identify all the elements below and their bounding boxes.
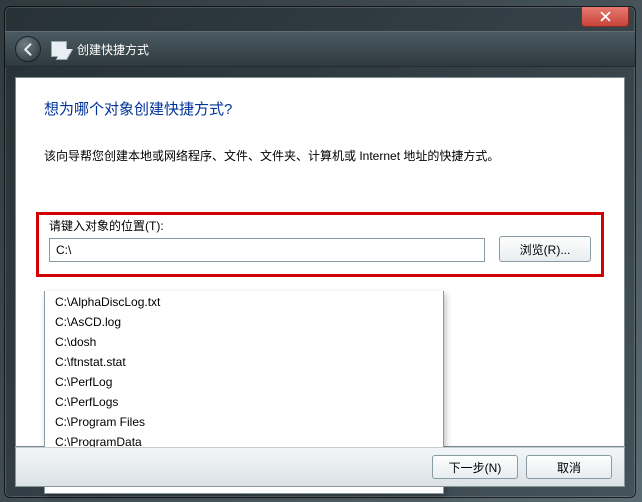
close-button[interactable] [581, 7, 629, 27]
page-description: 该向导帮您创建本地或网络程序、文件、文件夹、计算机或 Internet 地址的快… [44, 147, 596, 164]
wizard-window: 创建快捷方式 想为哪个对象创建快捷方式? 该向导帮您创建本地或网络程序、文件、文… [4, 6, 636, 498]
back-button[interactable] [15, 36, 41, 62]
location-field-group: 请键入对象的位置(T): [49, 217, 485, 262]
titlebar [5, 7, 635, 31]
footer-bar: 下一步(N) 取消 [15, 447, 625, 487]
autocomplete-item[interactable]: C:\PerfLog [45, 372, 443, 392]
highlight-box: 请键入对象的位置(T): 浏览(R)... [36, 212, 604, 277]
autocomplete-item[interactable]: C:\ftnstat.stat [45, 352, 443, 372]
autocomplete-item[interactable]: C:\Program Files [45, 412, 443, 432]
autocomplete-item[interactable]: C:\PerfLogs [45, 392, 443, 412]
autocomplete-item[interactable]: C:\AlphaDiscLog.txt [45, 292, 443, 312]
page-heading: 想为哪个对象创建快捷方式? [44, 98, 596, 119]
cancel-button[interactable]: 取消 [526, 455, 612, 479]
browse-button[interactable]: 浏览(R)... [499, 236, 591, 262]
wizard-body: 想为哪个对象创建快捷方式? 该向导帮您创建本地或网络程序、文件、文件夹、计算机或… [15, 77, 625, 447]
shortcut-icon [51, 41, 67, 57]
close-icon [600, 11, 611, 22]
next-button[interactable]: 下一步(N) [432, 455, 518, 479]
autocomplete-item[interactable]: C:\AsCD.log [45, 312, 443, 332]
autocomplete-item[interactable]: C:\dosh [45, 332, 443, 352]
window-title: 创建快捷方式 [77, 41, 149, 58]
header-bar: 创建快捷方式 [5, 31, 635, 67]
location-input[interactable] [49, 238, 485, 262]
location-label: 请键入对象的位置(T): [49, 217, 485, 234]
arrow-left-icon [22, 43, 35, 56]
